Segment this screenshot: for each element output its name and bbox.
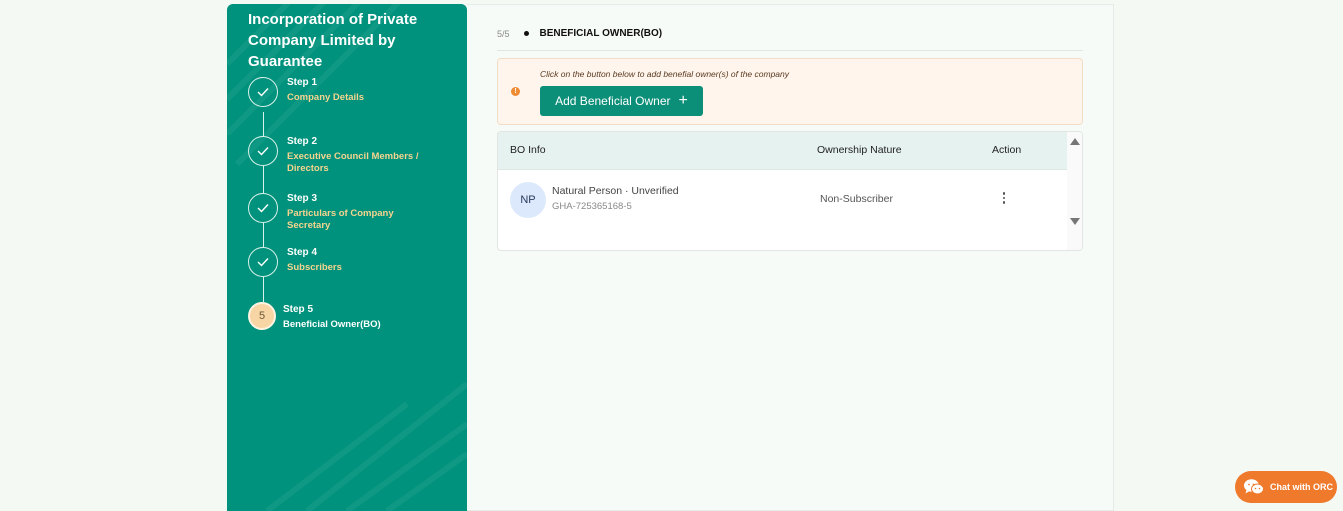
- info-notice: ! Click on the button below to add benef…: [497, 58, 1083, 125]
- step-connector: [263, 277, 264, 302]
- column-header-ownership-nature: Ownership Nature: [817, 144, 902, 156]
- column-header-bo-info: BO Info: [510, 144, 546, 156]
- check-icon: [248, 247, 278, 277]
- step-fraction: 5/5: [497, 28, 510, 39]
- avatar: NP: [510, 182, 546, 218]
- ownership-nature: Non-Subscriber: [820, 193, 893, 205]
- step-label: Particulars of Company Secretary: [287, 208, 394, 231]
- table-header: BO Info Ownership Nature Action: [498, 132, 1068, 170]
- step-index: 5: [258, 310, 266, 322]
- step-header: 5/5 BENEFICIAL OWNER(BO): [497, 28, 662, 39]
- chat-label: Chat with ORC: [1270, 482, 1333, 492]
- step-number: Step 2: [287, 136, 318, 147]
- check-icon: [248, 193, 278, 223]
- step-number: Step 4: [287, 247, 318, 258]
- step-label: Subscribers: [287, 262, 342, 273]
- step-number: Step 5: [283, 304, 314, 315]
- column-header-action: Action: [992, 144, 1022, 156]
- progress-sidebar: Incorporation of Private Company Limited…: [227, 4, 467, 511]
- table-scrollbar[interactable]: [1067, 132, 1082, 250]
- step-connector: [263, 166, 264, 194]
- step-index-badge: 5: [248, 302, 276, 330]
- chat-icon: [1244, 479, 1264, 495]
- chat-widget-button[interactable]: Chat with ORC: [1235, 471, 1337, 503]
- step-connector: [263, 223, 264, 248]
- bo-id: GHA-725365168-5: [552, 201, 632, 212]
- section-title: BENEFICIAL OWNER(BO): [539, 28, 663, 39]
- scroll-up-icon[interactable]: [1070, 138, 1080, 145]
- button-label: Add Beneficial Owner: [555, 94, 671, 108]
- step-number: Step 3: [287, 193, 318, 204]
- add-beneficial-owner-button[interactable]: Add Beneficial Owner +: [540, 86, 703, 116]
- divider: [497, 50, 1083, 51]
- bullet-icon: [523, 31, 529, 36]
- check-icon: [248, 77, 278, 107]
- sidebar-title: Incorporation of Private Company Limited…: [248, 11, 418, 70]
- plus-icon: +: [678, 92, 688, 109]
- step-label: Beneficial Owner(BO): [283, 319, 381, 330]
- step-label: Company Details: [287, 92, 365, 103]
- table-row: NP Natural Person · Unverified GHA-72536…: [498, 170, 1068, 230]
- step-connector: [263, 112, 264, 137]
- step-label: Executive Council Members / Directors: [287, 151, 419, 174]
- bo-table: BO Info Ownership Nature Action NP Natur…: [497, 131, 1083, 251]
- step-number: Step 1: [287, 77, 318, 88]
- warning-icon: !: [511, 87, 520, 96]
- bo-name: Natural Person · Unverified: [552, 185, 679, 197]
- more-actions-icon[interactable]: [998, 188, 1010, 208]
- main-panel: 5/5 BENEFICIAL OWNER(BO) ! Click on the …: [467, 4, 1114, 511]
- notice-hint: Click on the button below to add benefia…: [540, 69, 790, 79]
- check-icon: [248, 136, 278, 166]
- scroll-down-icon[interactable]: [1070, 218, 1080, 225]
